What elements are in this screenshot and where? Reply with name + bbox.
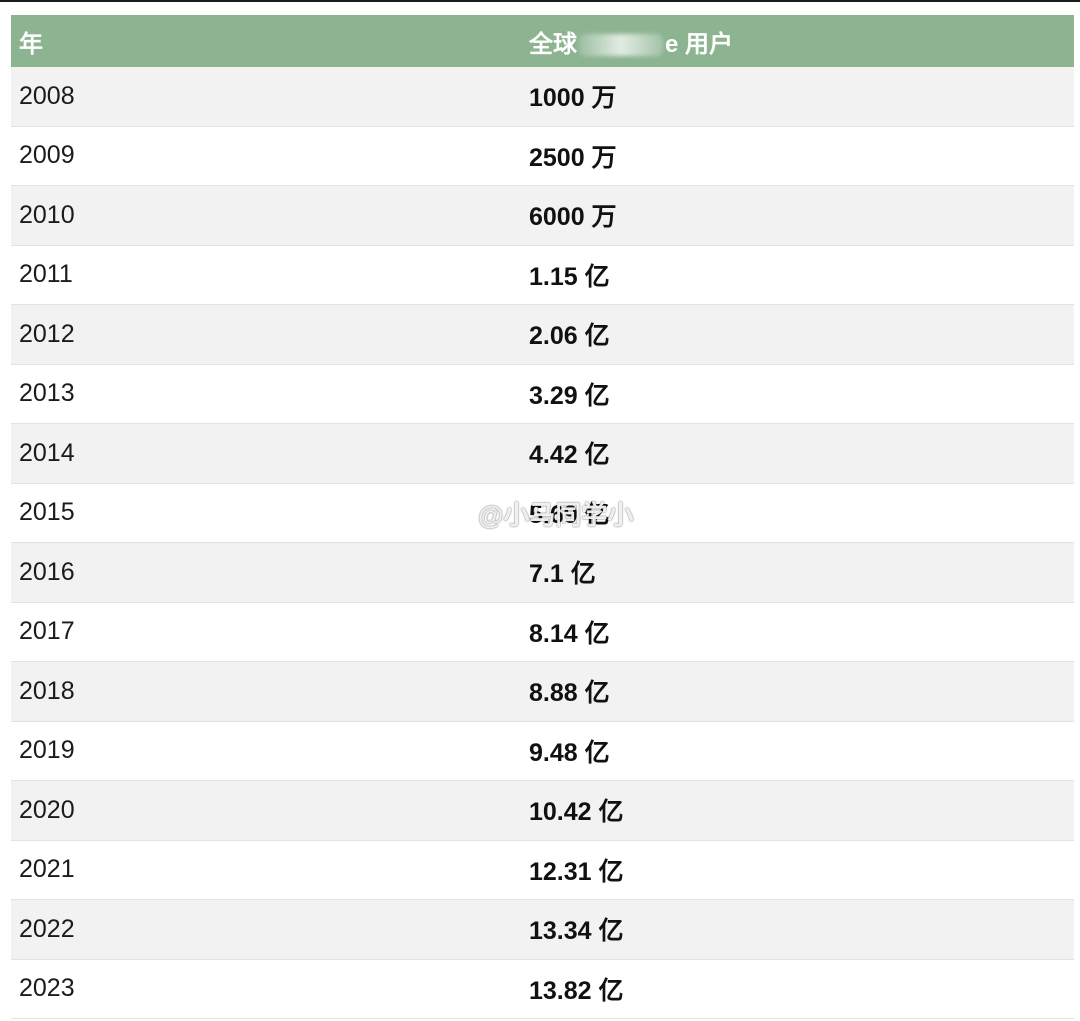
redacted-text (579, 34, 663, 57)
users-cell: 9.48 亿 (529, 738, 610, 767)
users-cell: 10.42 亿 (529, 798, 624, 827)
table-row: 2016 7.1 亿 (11, 543, 1074, 603)
users-cell: 8.14 亿 (529, 619, 610, 648)
table-row: 2022 13.34 亿 (11, 900, 1074, 960)
user-growth-table: 年 全球 e 用户 2008 1000 万 2009 2500 万 2010 60… (11, 15, 1074, 1019)
table-row: 2023 13.82 亿 (11, 959, 1074, 1019)
users-cell: 4.42 亿 (529, 441, 610, 470)
users-cell: 6000 万 (529, 203, 617, 232)
year-cell: 2013 (19, 379, 75, 408)
year-cell: 2017 (19, 617, 75, 646)
table-row: 2014 4.42 亿 (11, 424, 1074, 484)
year-cell: 2022 (19, 914, 75, 943)
top-divider (0, 0, 1080, 2)
users-cell: 13.34 亿 (529, 917, 624, 946)
year-cell: 2023 (19, 974, 75, 1003)
users-cell: 3.29 亿 (529, 381, 610, 410)
table-row: 2009 2500 万 (11, 126, 1074, 186)
year-cell: 2011 (19, 260, 73, 289)
users-cell: 1.15 亿 (529, 262, 610, 291)
users-cell: 8.88 亿 (529, 679, 610, 708)
table-row: 2010 6000 万 (11, 186, 1074, 246)
year-cell: 2014 (19, 438, 75, 467)
year-cell: 2010 (19, 200, 75, 229)
users-cell: 1000 万 (529, 84, 617, 113)
table-row: 2020 10.42 亿 (11, 781, 1074, 841)
table-header-row: 年 全球 e 用户 (11, 15, 1074, 67)
users-cell: 12.31 亿 (529, 857, 624, 886)
table-row: 2021 12.31 亿 (11, 840, 1074, 900)
year-cell: 2016 (19, 557, 75, 586)
users-cell: 5.69 亿 (529, 500, 610, 529)
table-row: 2011 1.15 亿 (11, 245, 1074, 305)
header-users-prefix: 全球 (529, 30, 577, 58)
year-cell: 2015 (19, 498, 75, 527)
table-row: 2018 8.88 亿 (11, 662, 1074, 722)
users-cell: 7.1 亿 (529, 560, 596, 589)
users-cell: 2500 万 (529, 143, 617, 172)
year-cell: 2009 (19, 141, 75, 170)
header-users: 全球 e 用户 (529, 24, 1074, 59)
header-users-suffix: e 用户 (665, 30, 734, 58)
table-row: 2008 1000 万 (11, 67, 1074, 127)
users-cell: 2.06 亿 (529, 322, 610, 351)
table-row: 2017 8.14 亿 (11, 602, 1074, 662)
table-row: 2019 9.48 亿 (11, 721, 1074, 781)
table-row: 2012 2.06 亿 (11, 305, 1074, 365)
year-cell: 2008 (19, 81, 75, 110)
year-cell: 2020 (19, 795, 75, 824)
year-cell: 2019 (19, 736, 75, 765)
year-cell: 2012 (19, 319, 75, 348)
table-row: 2015 5.69 亿 (11, 483, 1074, 543)
table-row: 2013 3.29 亿 (11, 364, 1074, 424)
header-year: 年 (19, 30, 43, 58)
year-cell: 2021 (19, 855, 75, 884)
users-cell: 13.82 亿 (529, 976, 624, 1005)
year-cell: 2018 (19, 676, 75, 705)
